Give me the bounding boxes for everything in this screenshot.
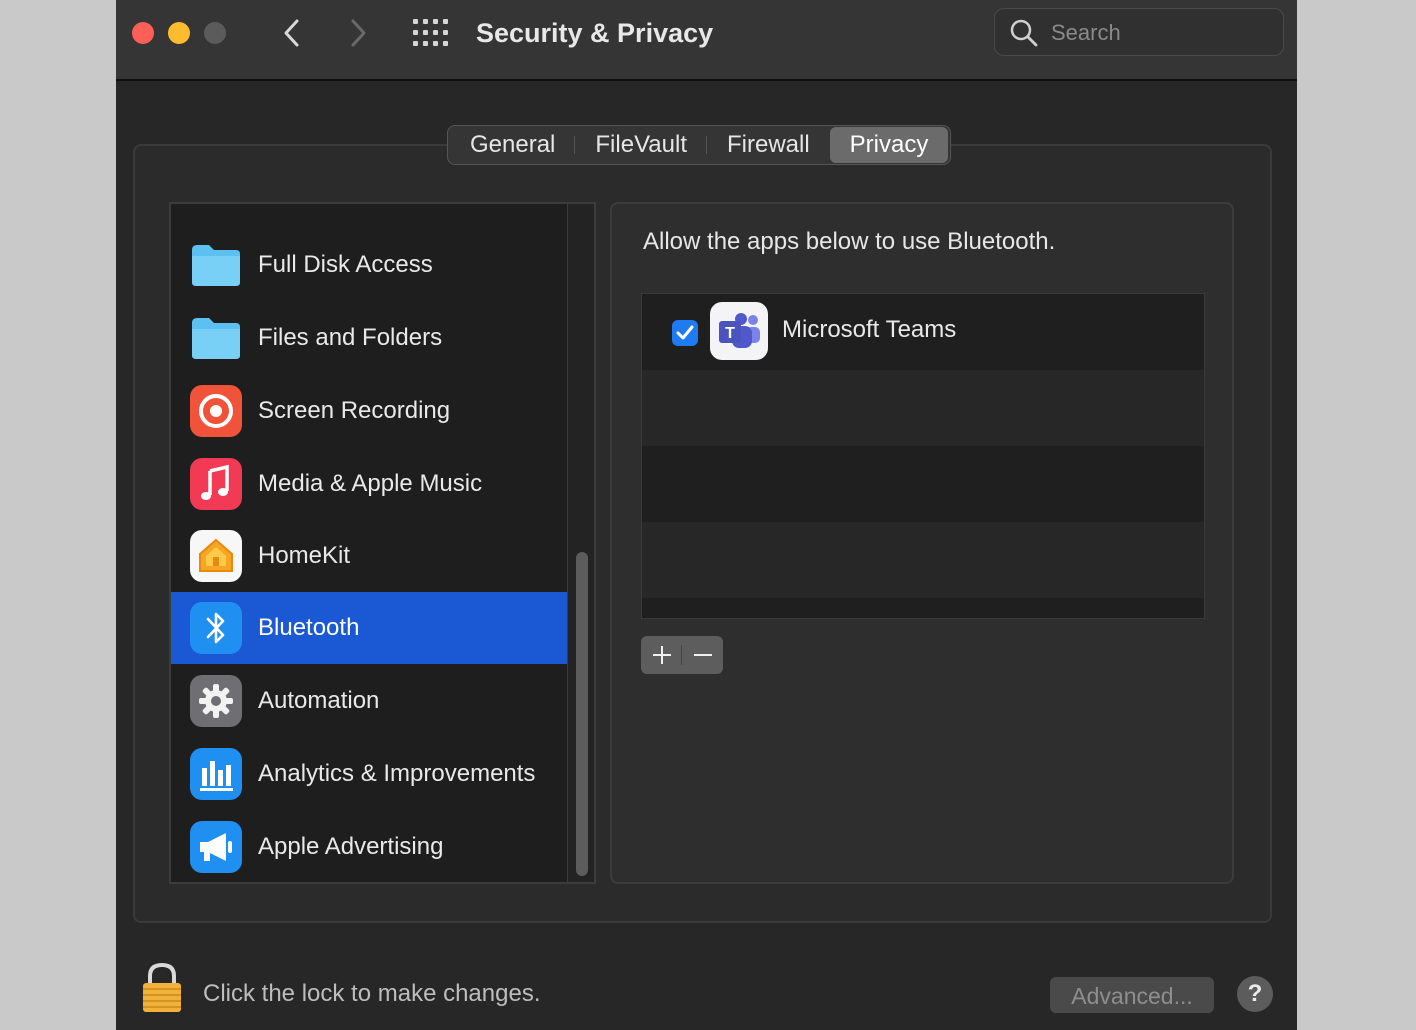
empty-row <box>642 522 1204 598</box>
app-row-microsoft-teams[interactable]: T Microsoft Teams <box>642 294 1204 370</box>
tab-bar: General FileVault Firewall Privacy <box>447 125 952 165</box>
scrollbar-thumb[interactable] <box>576 552 588 876</box>
sidebar-item-label: Apple Advertising <box>258 833 444 860</box>
sidebar-item-homekit[interactable]: HomeKit <box>171 520 567 592</box>
remove-app-button[interactable] <box>682 636 723 674</box>
teams-icon: T <box>710 302 768 360</box>
app-name: Microsoft Teams <box>782 316 957 343</box>
sidebar-item-label: Analytics & Improvements <box>258 760 536 787</box>
sidebar-item-label: Files and Folders <box>258 324 443 351</box>
detail-description: Allow the apps below to use Bluetooth. <box>643 228 1056 255</box>
tab-firewall[interactable]: Firewall <box>707 127 830 163</box>
tab-privacy[interactable]: Privacy <box>829 127 949 163</box>
home-icon <box>190 530 242 582</box>
add-remove-control <box>641 636 723 674</box>
plus-icon <box>652 646 671 664</box>
security-privacy-window: Security & Privacy General FileVault Fir… <box>116 0 1297 1030</box>
sidebar-item-label: Automation <box>258 687 380 714</box>
tab-general[interactable]: General <box>450 127 576 163</box>
lock-icon[interactable] <box>140 962 184 1014</box>
screen-recording-icon <box>190 385 242 437</box>
folder-icon <box>190 312 242 364</box>
sidebar-item-label: Full Disk Access <box>258 251 433 278</box>
forward-button[interactable] <box>340 14 376 52</box>
chevron-left-icon <box>284 19 299 47</box>
lock-status-text: Click the lock to make changes. <box>203 980 541 1007</box>
analytics-icon <box>190 748 242 800</box>
gear-icon <box>190 675 242 727</box>
empty-row <box>642 446 1204 522</box>
sidebar-item-label: Screen Recording <box>258 397 451 424</box>
search-field[interactable] <box>994 8 1284 57</box>
window-title: Security & Privacy <box>476 18 714 48</box>
sidebar-item-label: HomeKit <box>258 542 351 569</box>
bluetooth-detail-pane: Allow the apps below to use Bluetooth. T… <box>610 202 1234 884</box>
back-button[interactable] <box>274 14 310 52</box>
sidebar-item-files-and-folders[interactable]: Files and Folders <box>171 302 567 374</box>
sidebar-item-full-disk-access[interactable]: Full Disk Access <box>171 229 567 301</box>
app-enabled-checkbox[interactable] <box>672 320 698 346</box>
show-all-grid-icon[interactable] <box>412 18 450 48</box>
empty-row <box>642 370 1204 446</box>
music-icon <box>190 458 242 510</box>
svg-text:T: T <box>725 325 735 342</box>
privacy-category-list[interactable]: Full Disk Access Files and Folders Scree… <box>169 202 596 884</box>
sidebar-item-label: Bluetooth <box>258 614 360 641</box>
app-list[interactable]: T Microsoft Teams <box>641 293 1205 619</box>
search-input[interactable] <box>1049 9 1273 57</box>
megaphone-icon <box>190 821 242 873</box>
add-app-button[interactable] <box>641 636 682 674</box>
sidebar-item-screen-recording[interactable]: Screen Recording <box>171 375 567 447</box>
checkmark-icon <box>676 325 694 340</box>
minimize-window-button[interactable] <box>168 22 190 44</box>
sidebar-scrollbar[interactable] <box>567 204 594 882</box>
sidebar-item-automation[interactable]: Automation <box>171 665 567 737</box>
chevron-right-icon <box>351 19 366 47</box>
advanced-button[interactable]: Advanced... <box>1050 977 1214 1013</box>
sidebar-item-analytics-improvements[interactable]: Analytics & Improvements <box>171 738 567 810</box>
folder-icon <box>190 239 242 291</box>
minus-icon <box>693 654 712 656</box>
bluetooth-icon <box>190 602 242 654</box>
zoom-window-button[interactable] <box>204 22 226 44</box>
close-window-button[interactable] <box>132 22 154 44</box>
sidebar-item-label: Media & Apple Music <box>258 470 483 497</box>
tab-filevault[interactable]: FileVault <box>575 127 707 163</box>
title-bar: Security & Privacy <box>116 0 1297 81</box>
sidebar-item-media-apple-music[interactable]: Media & Apple Music <box>171 448 567 520</box>
search-icon <box>1010 19 1038 47</box>
help-button[interactable]: ? <box>1237 976 1273 1012</box>
sidebar-item-bluetooth[interactable]: Bluetooth <box>171 592 567 664</box>
sidebar-item-apple-advertising[interactable]: Apple Advertising <box>171 811 567 882</box>
